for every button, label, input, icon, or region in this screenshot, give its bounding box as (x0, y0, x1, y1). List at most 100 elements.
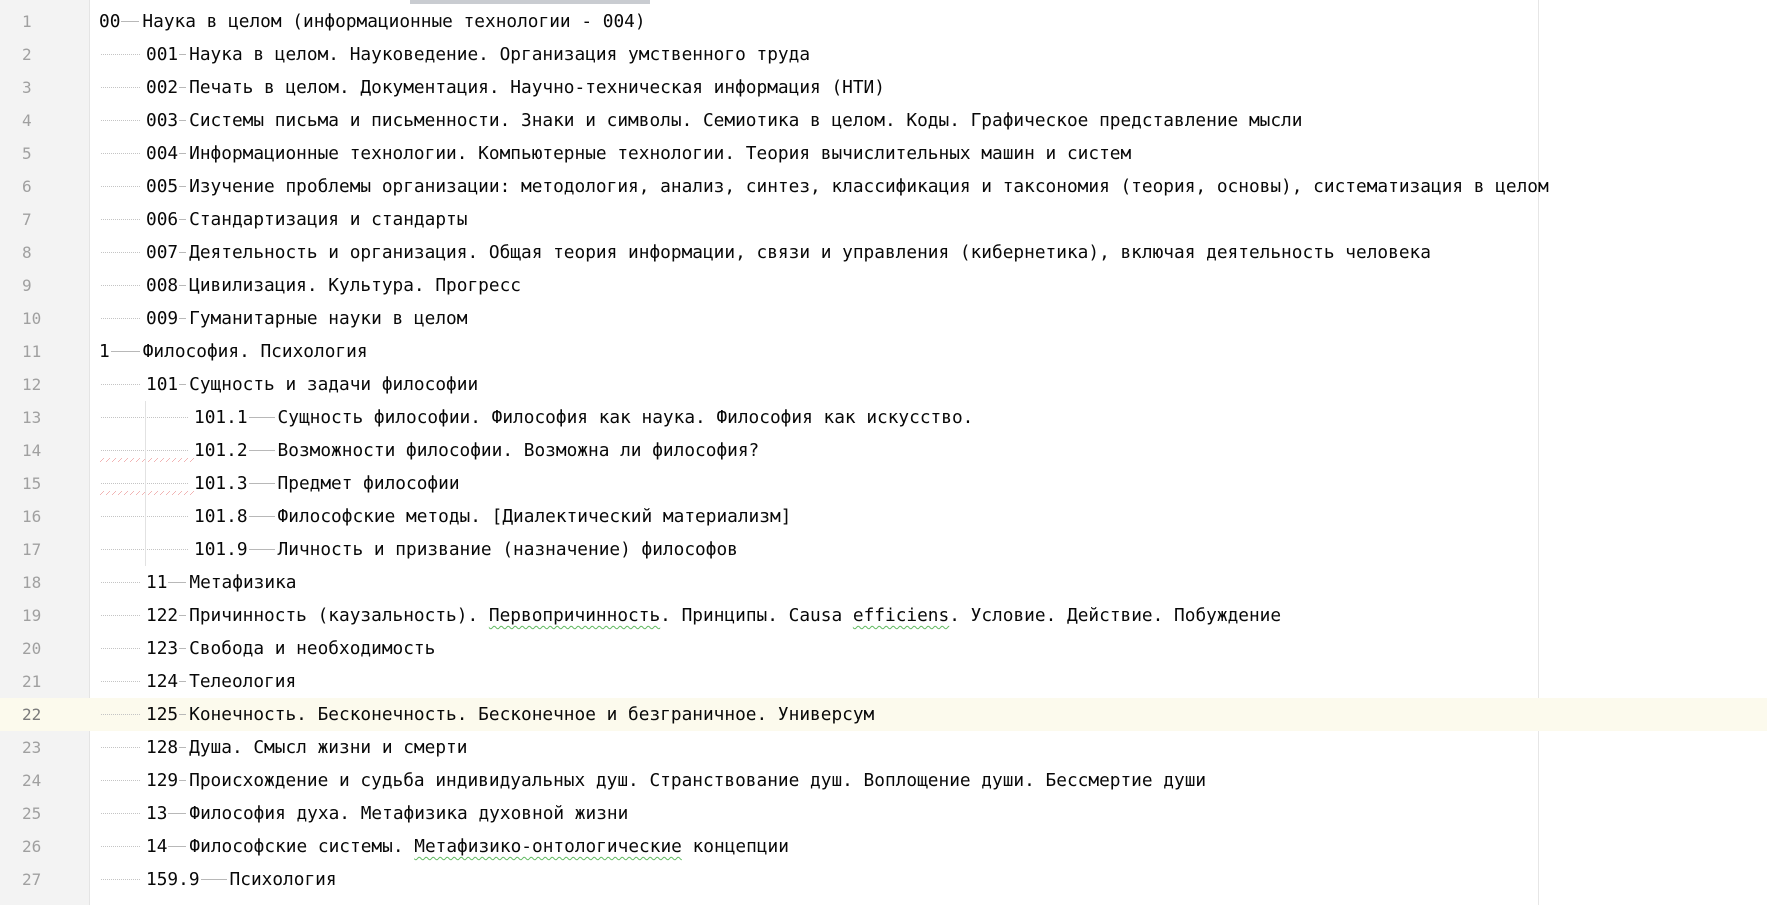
line-number: 3 (22, 78, 32, 97)
class-title: Наука в целом (информационные технологии… (142, 11, 646, 32)
class-title: Изучение проблемы организации: методолог… (189, 176, 1549, 197)
class-title: Телеология (189, 671, 297, 692)
spellcheck-word[interactable]: Метафизико-онтологические (414, 830, 682, 863)
editor-line[interactable]: 18 11 Метафизика (0, 566, 1767, 599)
indent-warning (99, 467, 194, 500)
class-code: 13 (146, 803, 168, 824)
editor-line[interactable]: 12 101 Сущность и задачи философии (0, 368, 1767, 401)
indent-whitespace (99, 38, 146, 71)
spellcheck-word[interactable]: Первопричинность (489, 599, 660, 632)
editor-line[interactable]: 9 008 Цивилизация. Культура. Прогресс (0, 269, 1767, 302)
tab-arrow-icon (248, 467, 278, 500)
tab-arrow-icon (178, 137, 189, 170)
class-title: Философия духа. Метафизика духовной жизн… (189, 803, 629, 824)
editor-line[interactable]: 20 123 Свобода и необходимость (0, 632, 1767, 665)
editor-line[interactable]: 1 00 Наука в целом (информационные технол… (0, 5, 1767, 38)
editor-line[interactable]: 25 13 Философия духа. Метафизика духовной… (0, 797, 1767, 830)
line-number: 17 (22, 540, 42, 559)
line-number: 5 (22, 144, 32, 163)
class-code: 124 (146, 671, 179, 692)
editor-line[interactable]: 3 002 Печать в целом. Документация. Научн… (0, 71, 1767, 104)
line-number: 15 (22, 474, 42, 493)
editor-line[interactable]: 8 007 Деятельность и организация. Общая т… (0, 236, 1767, 269)
line-number: 7 (22, 210, 32, 229)
class-title: Личность и призвание (назначение) филосо… (277, 539, 738, 560)
class-code: 101.3 (194, 473, 248, 494)
indent-whitespace (99, 137, 146, 170)
editor-line[interactable]: 26 14 Философские системы. Метафизико-онт… (0, 830, 1767, 863)
tab-arrow-icon (178, 599, 189, 632)
line-number: 25 (22, 804, 42, 823)
editor-line[interactable]: 21 124 Телеология (0, 665, 1767, 698)
editor-line[interactable]: 15 101.3 Предмет философии (0, 467, 1767, 500)
class-code: 00 (99, 11, 121, 32)
class-title: Деятельность и организация. Общая теория… (189, 242, 1431, 263)
indent-whitespace (99, 71, 146, 104)
editor-line[interactable]: 19 122 Причинность (каузальность). Первоп… (0, 599, 1767, 632)
tab-arrow-icon (178, 698, 189, 731)
editor-line[interactable]: 14 101.2 Возможности философии. Возможна … (0, 434, 1767, 467)
class-title: Информационные технологии. Компьютерные … (189, 143, 1132, 164)
tab-arrow-icon (178, 203, 189, 236)
line-number: 18 (22, 573, 42, 592)
class-code: 122 (146, 605, 179, 626)
editor-line[interactable]: 10 009 Гуманитарные науки в целом (0, 302, 1767, 335)
tab-arrow-icon (200, 863, 230, 896)
editor-line[interactable]: 17 101.9 Личность и призвание (назначение… (0, 533, 1767, 566)
class-code: 101.1 (194, 407, 248, 428)
line-number: 16 (22, 507, 42, 526)
editor-line[interactable]: 11 1 Философия. Психология (0, 335, 1767, 368)
tab-arrow-icon (167, 797, 189, 830)
class-title: Стандартизация и стандарты (189, 209, 468, 230)
indent-whitespace (99, 170, 146, 203)
class-title: Сущность философии. Философия как наука.… (277, 407, 974, 428)
editor-line[interactable]: 5 004 Информационные технологии. Компьюте… (0, 137, 1767, 170)
class-title-part: . Принципы. Causa (660, 605, 853, 626)
class-code: 004 (146, 143, 179, 164)
editor-line[interactable]: 6 005 Изучение проблемы организации: мето… (0, 170, 1767, 203)
class-title: Конечность. Бесконечность. Бесконечное и… (189, 704, 875, 725)
indent-whitespace (99, 104, 146, 137)
line-number: 2 (22, 45, 32, 64)
editor-line[interactable]: 24 129 Происхождение и судьба индивидуаль… (0, 764, 1767, 797)
class-title: Философия. Психология (142, 341, 368, 362)
line-number: 20 (22, 639, 42, 658)
class-code: 129 (146, 770, 179, 791)
editor-line[interactable]: 13 101.1 Сущность философии. Философия ка… (0, 401, 1767, 434)
indent-whitespace (99, 665, 146, 698)
line-number: 23 (22, 738, 42, 757)
class-title-part: . Условие. Действие. Побуждение (949, 605, 1282, 626)
editor-text-area[interactable]: 1 00 Наука в целом (информационные технол… (0, 5, 1767, 896)
spellcheck-word[interactable]: efficiens (853, 599, 949, 632)
line-number: 11 (22, 342, 42, 361)
class-title: Печать в целом. Документация. Научно-тех… (189, 77, 885, 98)
class-title: Предмет философии (277, 473, 460, 494)
tab-arrow-icon (248, 401, 278, 434)
horizontal-scrollbar-thumb[interactable] (410, 0, 650, 4)
indent-whitespace (99, 863, 146, 896)
class-code: 008 (146, 275, 179, 296)
editor-line[interactable]: 2 001 Наука в целом. Науковедение. Органи… (0, 38, 1767, 71)
class-title: Метафизика (189, 572, 297, 593)
editor-line[interactable]: 4 003 Системы письма и письменности. Знак… (0, 104, 1767, 137)
class-code: 101.9 (194, 539, 248, 560)
line-number: 24 (22, 771, 42, 790)
class-title: Душа. Смысл жизни и смерти (189, 737, 468, 758)
tab-arrow-icon (178, 170, 189, 203)
editor-line[interactable]: 7 006 Стандартизация и стандарты (0, 203, 1767, 236)
class-title: Философские методы. [Диалектический мате… (277, 506, 792, 527)
class-code: 101.8 (194, 506, 248, 527)
class-title-part: Причинность (каузальность). (189, 605, 489, 626)
editor-line[interactable]: 16 101.8 Философские методы. [Диалектичес… (0, 500, 1767, 533)
class-title: Происхождение и судьба индивидуальных ду… (189, 770, 1207, 791)
tab-arrow-icon (120, 5, 142, 38)
line-number: 1 (22, 12, 32, 31)
tab-arrow-icon (178, 302, 189, 335)
indent-whitespace (99, 632, 146, 665)
line-number: 22 (0, 698, 89, 731)
editor-line-current[interactable]: 22 125 Конечность. Бесконечность. Бесконе… (0, 698, 1767, 731)
class-code: 128 (146, 737, 179, 758)
editor-line[interactable]: 23 128 Душа. Смысл жизни и смерти (0, 731, 1767, 764)
class-code: 11 (146, 572, 168, 593)
editor-line[interactable]: 27 159.9 Психология (0, 863, 1767, 896)
